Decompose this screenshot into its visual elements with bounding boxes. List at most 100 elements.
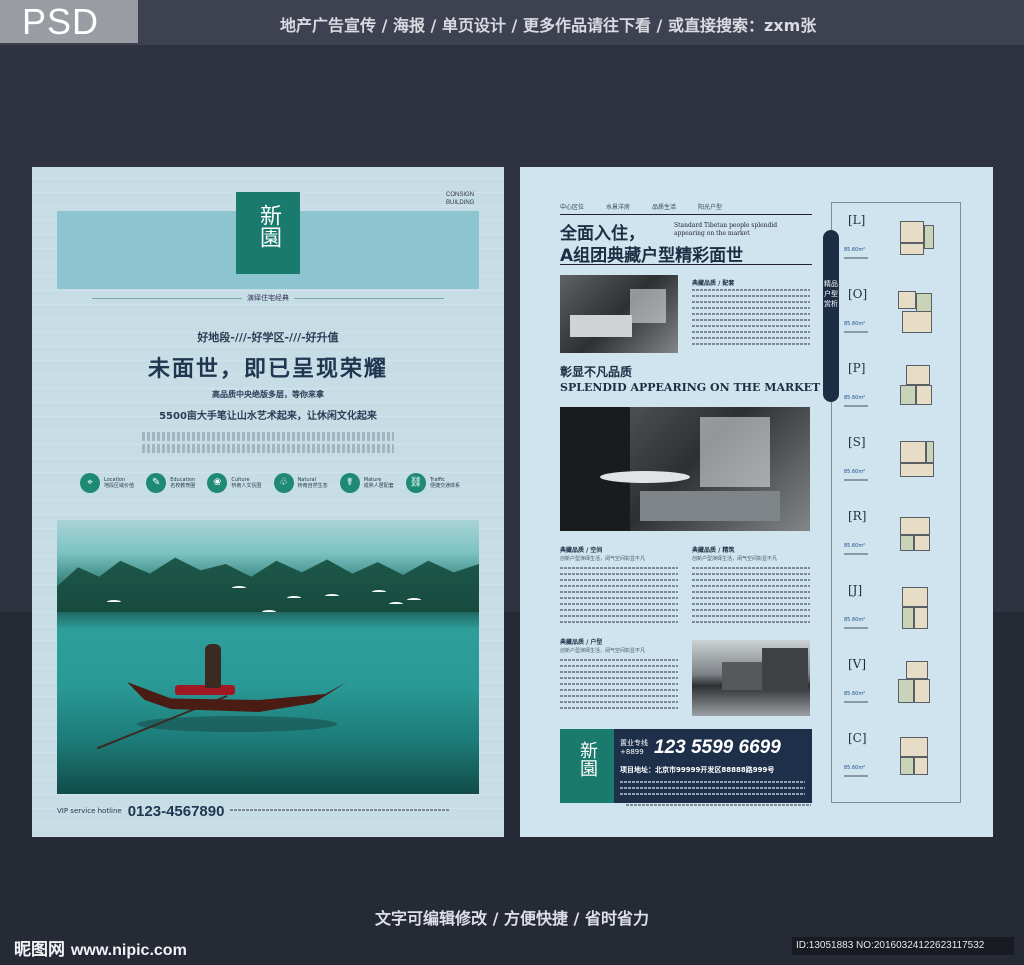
- hotline-number: 0123-4567890: [127, 802, 225, 820]
- feature-mature: ☤ Mature 成熟人居配套: [339, 472, 394, 494]
- floorplan-area: 85.60m²: [844, 765, 866, 771]
- floorplan-item: [S] 85.60m²: [842, 435, 952, 495]
- psd-badge: PSD: [0, 0, 138, 43]
- bird: [407, 598, 421, 602]
- contact-block: 新園 置业专线 +8899 123 5599 6699 项目地址：北京市9999…: [560, 729, 812, 803]
- divider: [560, 214, 812, 215]
- bird: [372, 590, 386, 594]
- bottom-caption: 文字可编辑修改 / 方便快捷 / 省时省力: [375, 909, 649, 928]
- subheadline-2: 5500亩大手笔让山水艺术起来，让休闲文化起来: [159, 411, 377, 422]
- front-footer: VIP service hotline 0123-4567890: [57, 801, 497, 821]
- feature-cn: 成熟人居配套: [363, 483, 394, 489]
- feature-nature: ♧ Natural 桥南自然生态: [273, 472, 328, 494]
- floorplan-item: [J] 85.60m²: [842, 583, 952, 643]
- logo-text: 新園: [577, 741, 598, 777]
- contact-logo: 新園: [560, 729, 614, 803]
- headline-3: 彰显不凡品质: [560, 365, 633, 379]
- floorplan-item: [C] 85.60m²: [842, 731, 952, 791]
- project-address: 项目地址：北京市99999开发区88888路999号: [620, 766, 775, 774]
- floorplan-item: [P] 85.60m²: [842, 361, 952, 421]
- feature-cn: 便捷交通体系: [429, 483, 460, 489]
- feature-row: ⌖ Location 地段区域价值 ✎ Education 名校教育圈 ❀ Cult…: [80, 472, 460, 494]
- feature-cn: 地段区域价值: [104, 483, 135, 489]
- tab-label: 水景洋房: [606, 204, 631, 211]
- logo-text: 新園: [256, 204, 281, 248]
- floorplan-item: [L] 85.60m²: [842, 213, 952, 273]
- headline-3-en: SPLENDID APPEARING ON THE MARKET: [560, 381, 821, 394]
- feature-tabs: 中心区位 水景洋房 品质生活 阳光户型: [560, 202, 792, 212]
- section-body-placeholder: [692, 567, 810, 627]
- floorplan-drawing: [892, 511, 938, 557]
- bird: [325, 594, 339, 598]
- section-title: 典藏品质 / 户型: [560, 639, 603, 646]
- headline: 未面世，即已呈现荣耀: [147, 357, 388, 382]
- bird: [389, 602, 403, 606]
- floorplan-area: 85.60m²: [844, 617, 866, 623]
- education-icon: ✎: [146, 473, 167, 493]
- tab-label: 阳光户型: [698, 204, 723, 211]
- top-title: 地产广告宣传 / 海报 / 单页设计 / 更多作品请往下看 / 或直接搜索：zx…: [280, 16, 817, 35]
- bird: [107, 600, 121, 604]
- lake-gondola-photo: [57, 520, 479, 794]
- tab-label: 品质生活: [652, 204, 677, 211]
- floorplan-drawing: [892, 437, 938, 483]
- floorplan-area: 85.60m²: [844, 691, 866, 697]
- floorplan-drawing: [892, 733, 938, 779]
- nature-icon: ♧: [273, 473, 294, 493]
- floorplan-letter: [R]: [848, 509, 867, 523]
- floorplan-drawing: [892, 659, 938, 705]
- consign-building: CONSIGN BUILDING: [446, 192, 475, 206]
- feature-cn: 桥南人文氛围: [231, 483, 262, 489]
- section-sub: 创新户型演绎生活，阔气空间彰显不凡: [560, 648, 646, 654]
- feature-culture: ❀ Culture 桥南人文氛围: [207, 472, 261, 494]
- section-body-placeholder: [692, 289, 810, 349]
- bedroom-photo: [560, 275, 678, 353]
- footer-text-placeholder: [230, 809, 451, 813]
- poster-front: 新園 CONSIGN BUILDING 演绎住宅经典 好地段-///-好学区-/…: [32, 167, 504, 837]
- headline-1-en: Standard Tibetan people splendid appeari…: [674, 222, 778, 237]
- section-sub: 创新户型演绎生活，阔气空间彰显不凡: [692, 556, 778, 562]
- floorplan-drawing: [892, 363, 938, 409]
- tab-label: 中心区位: [560, 204, 585, 211]
- feature-traffic: ⛓ Traffic 便捷交通体系: [405, 472, 460, 494]
- floorplan-item: [V] 85.60m²: [842, 657, 952, 717]
- feature-cn: 桥南自然生态: [297, 483, 328, 489]
- section-sub: 创新户型演绎生活，阔气空间彰显不凡: [560, 556, 646, 562]
- building-photo: [692, 640, 810, 716]
- contact-small-text: [620, 781, 805, 799]
- poster-back: 中心区位 水景洋房 品质生活 阳光户型 全面入住， Standard Tibet…: [520, 167, 993, 837]
- vip-label: VIP service hotline: [57, 807, 122, 815]
- subtitle: 演绎住宅经典: [247, 294, 289, 302]
- floorplan-item: [O] 85.60m²: [842, 287, 952, 347]
- feature-cn: 名校教育圈: [170, 483, 196, 489]
- hotline-label: 置业专线 +8899: [620, 739, 648, 756]
- traffic-icon: ⛓: [405, 473, 426, 493]
- floorplan-area: 85.60m²: [844, 543, 866, 549]
- culture-icon: ❀: [207, 473, 228, 493]
- section-title: 典藏品质 / 空间: [560, 547, 603, 554]
- floorplan-area: 85.60m²: [844, 469, 866, 475]
- subheadline-1: 高品质中央绝版多层，等你来拿: [212, 390, 324, 399]
- floorplan-drawing: [892, 289, 938, 335]
- floorplan-letter: [P]: [848, 361, 866, 375]
- floorplan-area: 85.60m²: [844, 247, 866, 253]
- gondolier: [205, 644, 221, 688]
- section-body-placeholder: [560, 567, 678, 627]
- top-bar: PSD 地产广告宣传 / 海报 / 单页设计 / 更多作品请往下看 / 或直接搜…: [0, 0, 1024, 45]
- floorplan-area: 85.60m²: [844, 321, 866, 327]
- mature-icon: ☤: [339, 473, 360, 493]
- floorplan-item: [R] 85.60m²: [842, 509, 952, 569]
- logo: 新園: [236, 192, 300, 274]
- feature-location: ⌖ Location 地段区域价值: [80, 472, 134, 494]
- divider: [560, 264, 812, 265]
- back-footer-placeholder: [626, 804, 811, 806]
- section-title: 典藏品质 / 精筑: [692, 547, 735, 554]
- floorplan-title-bar: [823, 230, 839, 402]
- headline-2: A组团典藏户型精彩面世: [560, 246, 744, 266]
- feature-education: ✎ Education 名校教育圈: [146, 472, 195, 494]
- hotline-number: 123 5599 6699: [654, 737, 781, 758]
- section-body-placeholder: [560, 659, 678, 713]
- floorplan-letter: [J]: [848, 583, 863, 597]
- floorplan-drawing: [892, 215, 938, 261]
- body-text-placeholder: [142, 429, 394, 456]
